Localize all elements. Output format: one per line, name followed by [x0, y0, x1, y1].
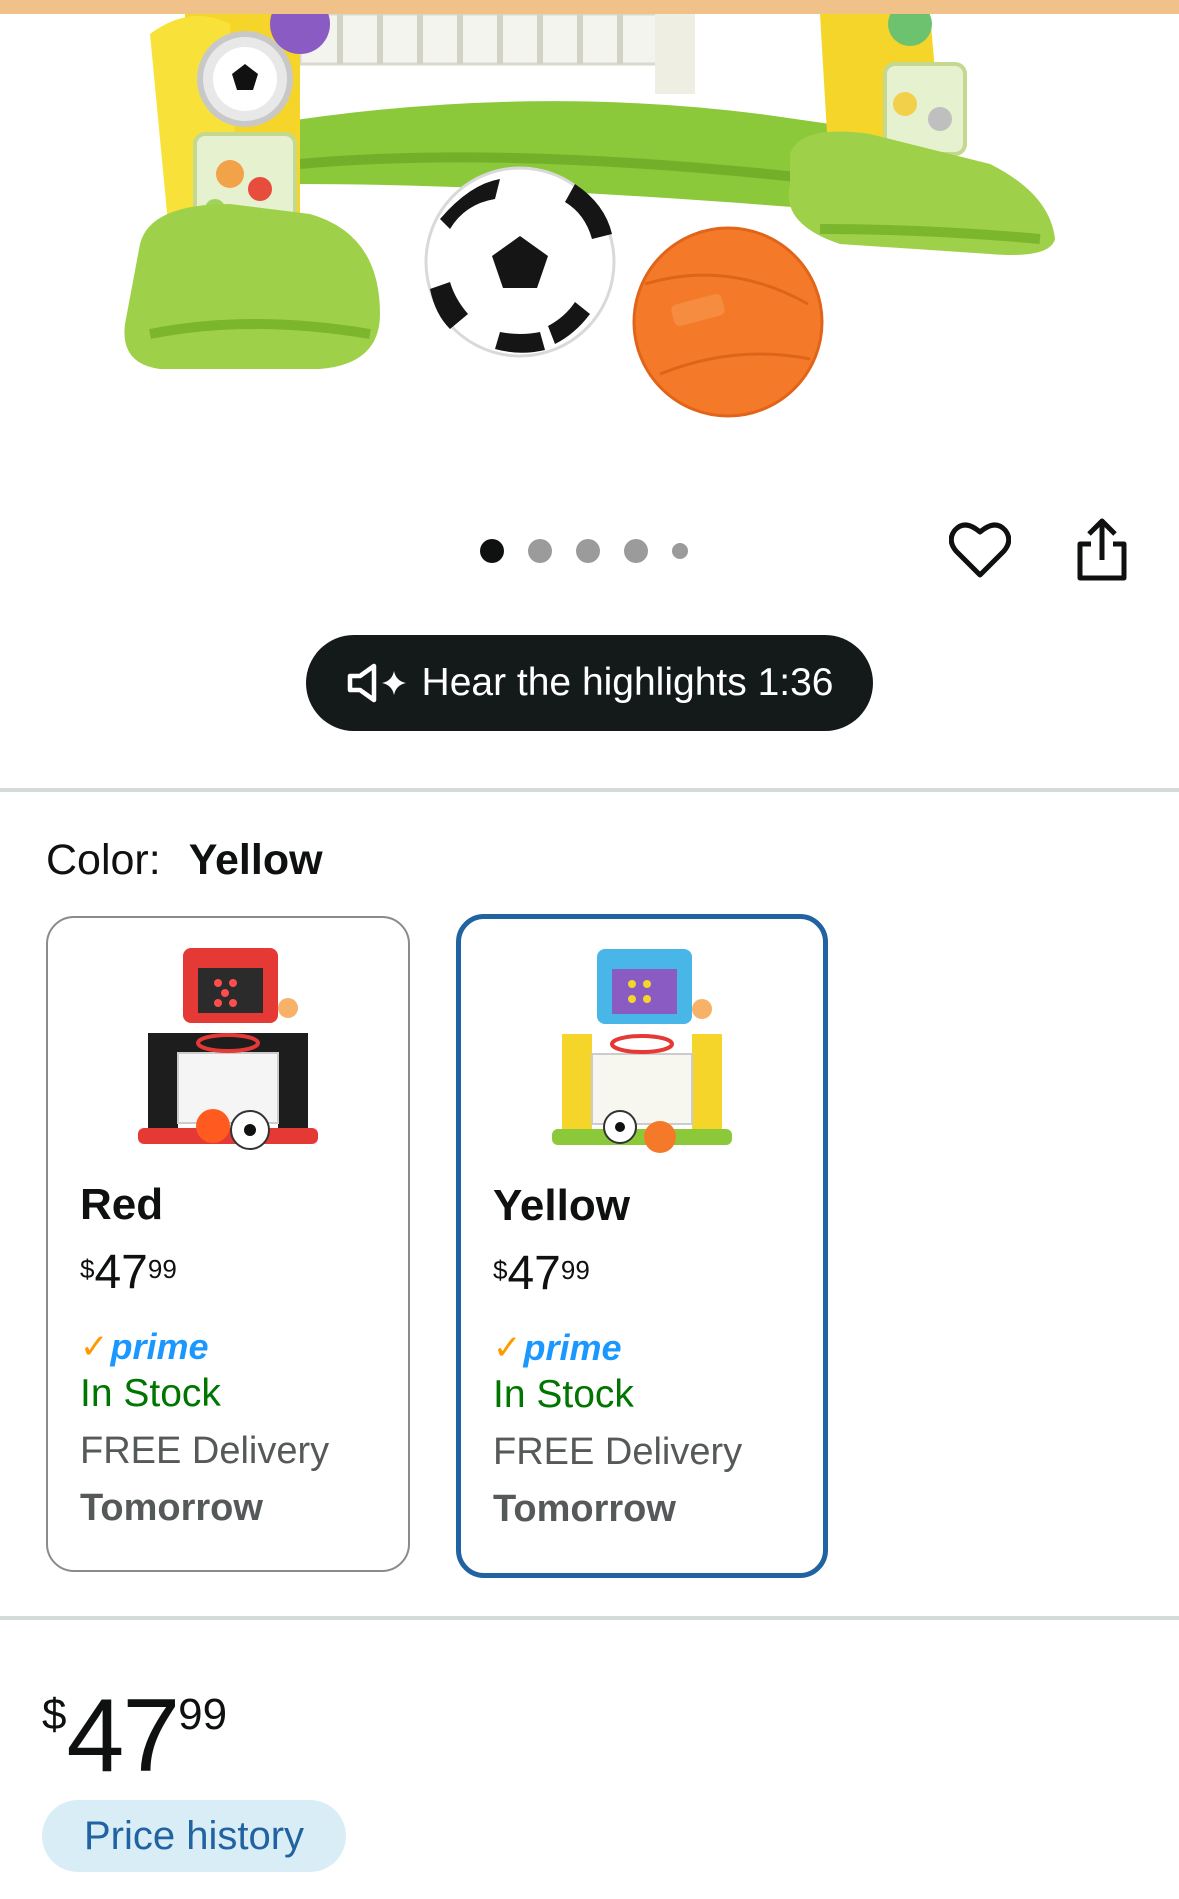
carousel-dot-2[interactable] [528, 539, 552, 563]
hear-highlights-label: Hear the highlights 1:36 [421, 661, 834, 704]
price-currency: $ [493, 1255, 508, 1285]
image-carousel-dots [480, 538, 688, 564]
delivery-day: Tomorrow [80, 1487, 263, 1529]
product-image[interactable] [0, 14, 1179, 454]
price-currency: $ [42, 1690, 67, 1739]
variant-thumbnail-yellow [542, 939, 742, 1164]
product-price: $ 47 99 [42, 1678, 228, 1794]
variant-price: $ 47 99 [80, 1248, 329, 1298]
share-button[interactable] [1070, 518, 1134, 582]
prime-label: prime [523, 1327, 622, 1368]
prime-check-icon: ✓ [493, 1329, 522, 1367]
prime-badge: ✓ prime [80, 1326, 329, 1368]
variant-price: $ 47 99 [493, 1249, 742, 1299]
carousel-dot-5[interactable] [672, 543, 688, 559]
carousel-dot-4[interactable] [624, 539, 648, 563]
share-icon [1077, 518, 1127, 581]
variant-name: Yellow [493, 1181, 630, 1230]
color-swatch-red[interactable]: Red $ 47 99 ✓ prime In Stock FREE Delive… [46, 916, 410, 1572]
variant-info-red: Red $ 47 99 ✓ prime In Stock FREE Delive… [80, 1180, 329, 1530]
prime-badge: ✓ prime [493, 1327, 742, 1369]
price-whole: 47 [94, 1246, 148, 1299]
price-fraction: 99 [147, 1254, 177, 1284]
color-label: Color: [46, 836, 161, 884]
heart-icon [949, 522, 1011, 578]
price-fraction: 99 [178, 1690, 228, 1739]
price-history-button[interactable]: Price history [42, 1800, 346, 1872]
price-whole: 47 [507, 1247, 561, 1300]
selected-color-value: Yellow [188, 836, 323, 884]
prime-check-icon: ✓ [80, 1328, 109, 1366]
section-divider [0, 1616, 1179, 1620]
variant-info-yellow: Yellow $ 47 99 ✓ prime In Stock FREE Del… [493, 1181, 742, 1531]
stock-status: In Stock [80, 1372, 221, 1415]
top-edge-strip [0, 0, 1179, 14]
carousel-dot-3[interactable] [576, 539, 600, 563]
prime-label: prime [110, 1326, 209, 1367]
color-selector-label: Color: Yellow [46, 836, 323, 885]
delivery-info: FREE Delivery [493, 1431, 743, 1473]
section-divider [0, 788, 1179, 792]
color-swatch-yellow[interactable]: Yellow $ 47 99 ✓ prime In Stock FREE Del… [456, 914, 828, 1578]
price-fraction: 99 [560, 1255, 590, 1285]
stock-status: In Stock [493, 1373, 634, 1416]
hear-highlights-button[interactable]: Hear the highlights 1:36 [306, 635, 873, 731]
add-to-list-button[interactable] [948, 518, 1012, 582]
speaker-sparkle-icon [346, 663, 410, 703]
variant-thumbnail-red [128, 938, 328, 1163]
variant-name: Red [80, 1180, 164, 1229]
carousel-dot-1[interactable] [480, 539, 504, 563]
price-whole: 47 [66, 1678, 180, 1794]
price-currency: $ [80, 1254, 95, 1284]
delivery-day: Tomorrow [493, 1488, 676, 1530]
delivery-info: FREE Delivery [80, 1430, 330, 1472]
